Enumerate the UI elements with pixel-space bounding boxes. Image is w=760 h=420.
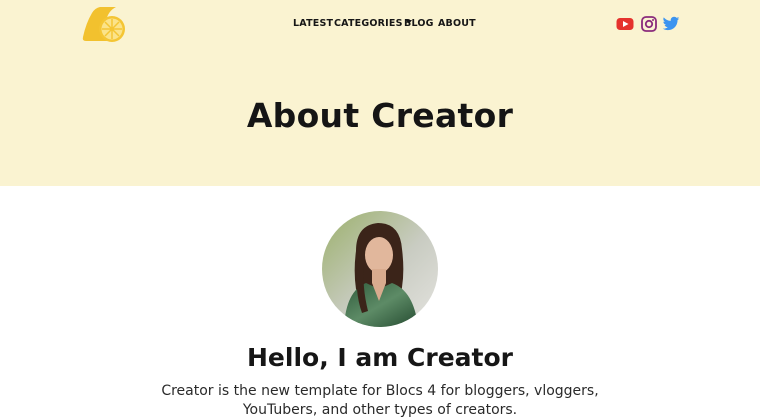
youtube-icon[interactable]	[616, 15, 634, 33]
nav-item-categories[interactable]: CATEGORIES	[334, 18, 412, 29]
avatar	[322, 211, 438, 327]
nav-item-about[interactable]: ABOUT	[438, 18, 476, 29]
profile-intro: Creator is the new template for Blocs 4 …	[161, 383, 599, 418]
twitter-icon[interactable]	[662, 15, 680, 33]
nav-item-blog[interactable]: BLOG	[404, 18, 434, 29]
nav-item-latest[interactable]: LATEST	[293, 18, 333, 29]
profile-heading: Hello, I am Creator	[247, 343, 513, 372]
nav-item-categories-label: CATEGORIES	[334, 18, 403, 29]
page-title: About Creator	[246, 96, 514, 135]
instagram-icon[interactable]	[640, 15, 658, 33]
